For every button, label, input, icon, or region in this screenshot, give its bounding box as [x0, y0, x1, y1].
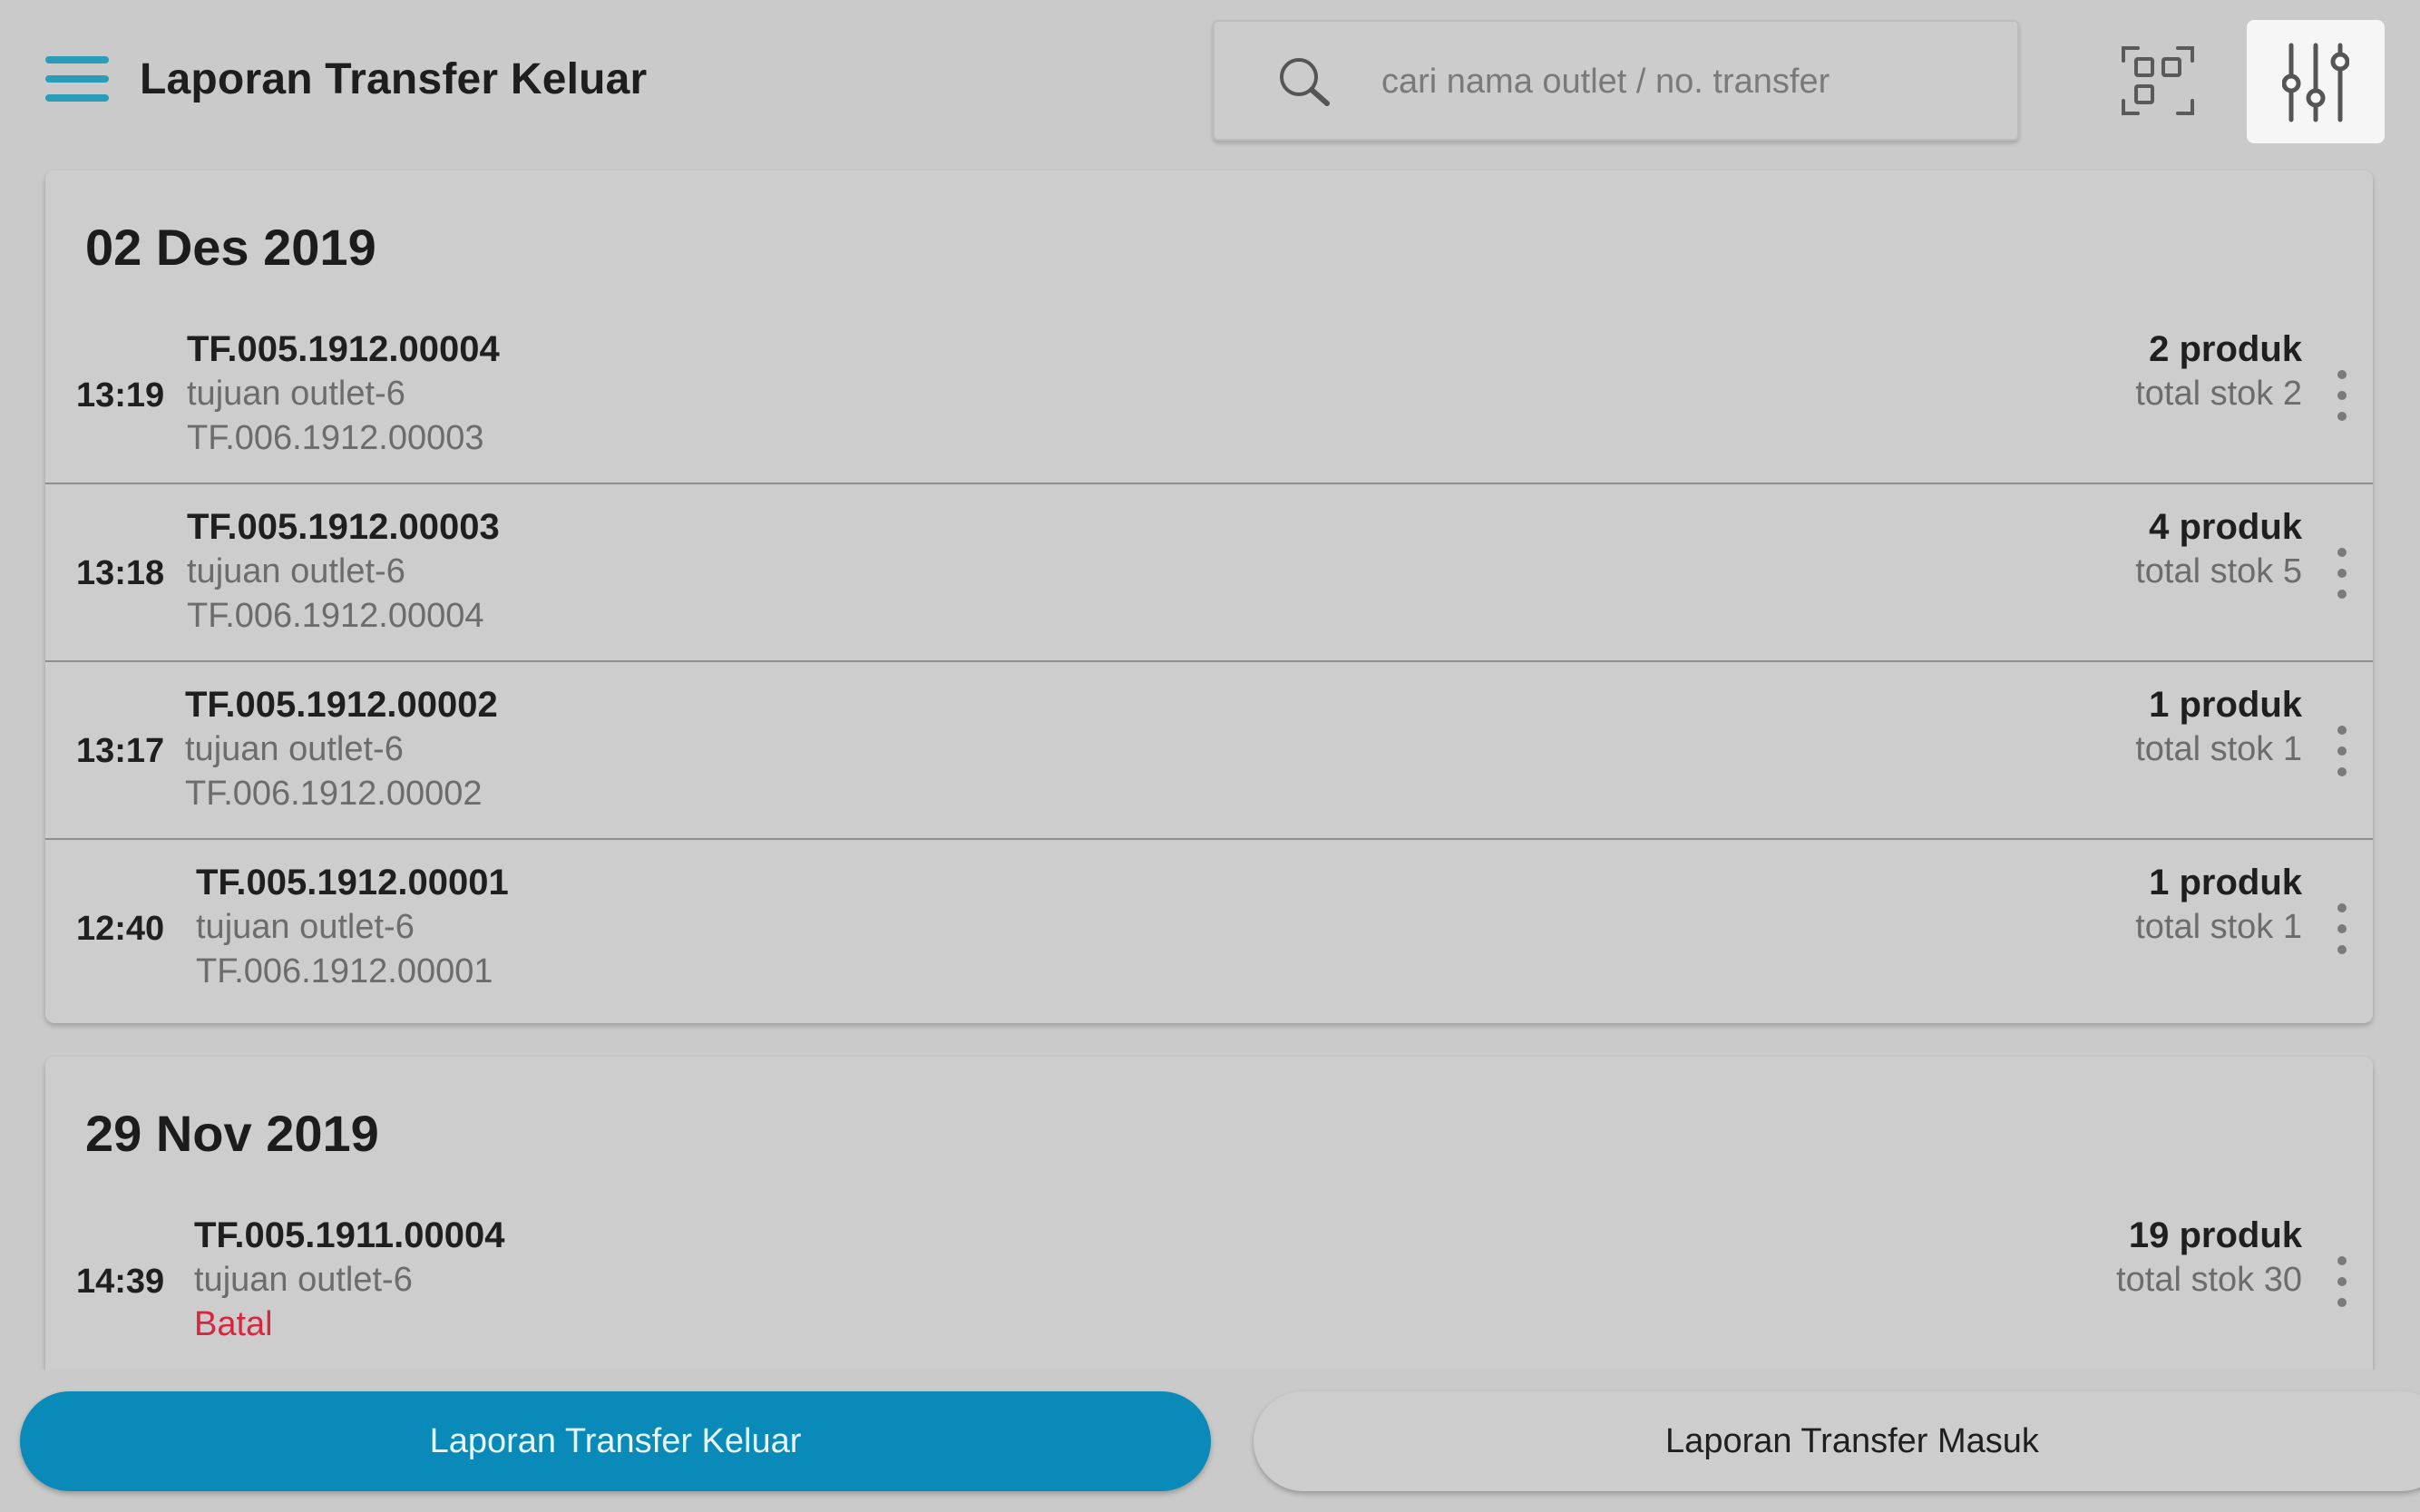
filter-button[interactable]	[2247, 20, 2385, 143]
product-count: 19 produk	[2128, 1215, 2302, 1255]
transfer-summary: 19 produk total stok 30	[2116, 1213, 2302, 1302]
more-options-icon[interactable]	[2335, 546, 2349, 600]
transfer-summary: 1 produk total stok 1	[2135, 860, 2302, 950]
more-options-icon[interactable]	[2335, 902, 2349, 956]
transfer-reference: TF.006.1912.00001	[196, 952, 493, 990]
tab-transfer-keluar[interactable]: Laporan Transfer Keluar	[20, 1391, 1211, 1491]
transfer-number: TF.005.1911.00004	[194, 1215, 505, 1255]
product-count: 2 produk	[2149, 329, 2302, 369]
transfer-number: TF.005.1912.00003	[187, 507, 500, 547]
date-group-card: 02 Des 2019 13:19 TF.005.1912.00004 tuju…	[45, 171, 2373, 1023]
transfer-number: TF.005.1912.00001	[196, 863, 509, 902]
transfer-info: TF.005.1912.00001 tujuan outlet-6 TF.006…	[196, 860, 509, 994]
transfer-reference: TF.006.1912.00002	[185, 775, 483, 813]
transfer-time: 13:17	[76, 732, 165, 770]
search-bar[interactable]	[1213, 20, 2019, 141]
search-input[interactable]	[1381, 47, 1980, 116]
top-app-bar: Laporan Transfer Keluar	[0, 0, 2420, 161]
more-options-icon[interactable]	[2335, 368, 2349, 423]
date-group-header: 29 Nov 2019	[85, 1105, 379, 1162]
transfer-info: TF.005.1912.00004 tujuan outlet-6 TF.006…	[187, 327, 500, 461]
product-count: 4 produk	[2149, 507, 2302, 547]
transfer-destination: tujuan outlet-6	[187, 375, 405, 413]
transfer-destination: tujuan outlet-6	[196, 908, 415, 946]
date-group-header: 02 Des 2019	[85, 219, 376, 276]
product-count: 1 produk	[2149, 685, 2302, 725]
transfer-summary: 2 produk total stok 2	[2135, 327, 2302, 416]
transfer-time: 13:18	[76, 554, 165, 592]
transfer-destination: tujuan outlet-6	[187, 552, 405, 590]
total-stock: total stok 2	[2135, 375, 2302, 413]
total-stock: total stok 30	[2116, 1261, 2302, 1299]
transfer-row[interactable]: 13:19 TF.005.1912.00004 tujuan outlet-6 …	[45, 307, 2373, 484]
total-stock: total stok 1	[2135, 730, 2302, 768]
tab-transfer-masuk[interactable]: Laporan Transfer Masuk	[1254, 1391, 2420, 1491]
transfer-report-screen: Laporan Transfer Keluar cari nama outlet…	[0, 0, 2420, 1512]
bottom-tab-bar: Laporan Transfer Keluar Laporan Transfer…	[0, 1370, 2420, 1512]
total-stock: total stok 1	[2135, 908, 2302, 946]
transfer-number: TF.005.1912.00004	[187, 329, 500, 369]
more-options-icon[interactable]	[2335, 724, 2349, 778]
transfer-time: 14:39	[76, 1263, 165, 1301]
transfer-row[interactable]: 13:18 TF.005.1912.00003 tujuan outlet-6 …	[45, 484, 2373, 662]
transfer-destination: tujuan outlet-6	[194, 1261, 413, 1299]
transfer-info: TF.005.1912.00002 tujuan outlet-6 TF.006…	[185, 682, 498, 816]
search-icon	[1280, 58, 1330, 106]
transfer-row[interactable]: 13:17 TF.005.1912.00002 tujuan outlet-6 …	[45, 662, 2373, 840]
hamburger-menu-icon[interactable]	[45, 53, 109, 105]
page-title: Laporan Transfer Keluar	[140, 55, 648, 103]
transfer-status-cancelled: Batal	[194, 1305, 273, 1343]
product-count: 1 produk	[2149, 863, 2302, 902]
scan-button[interactable]	[2120, 43, 2196, 119]
transfer-row[interactable]: 14:39 TF.005.1911.00004 tujuan outlet-6 …	[45, 1193, 2373, 1371]
more-options-icon[interactable]	[2335, 1254, 2349, 1309]
filter-sliders-icon	[2282, 43, 2349, 122]
qr-scan-icon	[2122, 46, 2194, 115]
transfer-time: 13:19	[76, 376, 165, 415]
transfer-summary: 1 produk total stok 1	[2135, 682, 2302, 772]
transfer-info: TF.005.1912.00003 tujuan outlet-6 TF.006…	[187, 504, 500, 639]
transfer-number: TF.005.1912.00002	[185, 685, 498, 725]
transfer-time: 12:40	[76, 910, 165, 948]
transfer-row[interactable]: 12:40 TF.005.1912.00001 tujuan outlet-6 …	[45, 840, 2373, 1018]
transfer-reference: TF.006.1912.00004	[187, 597, 484, 635]
transfer-summary: 4 produk total stok 5	[2135, 504, 2302, 594]
transfer-reference: TF.006.1912.00003	[187, 419, 484, 457]
total-stock: total stok 5	[2135, 552, 2302, 590]
transfer-info: TF.005.1911.00004 tujuan outlet-6 Batal	[194, 1213, 505, 1347]
transfer-destination: tujuan outlet-6	[185, 730, 404, 768]
